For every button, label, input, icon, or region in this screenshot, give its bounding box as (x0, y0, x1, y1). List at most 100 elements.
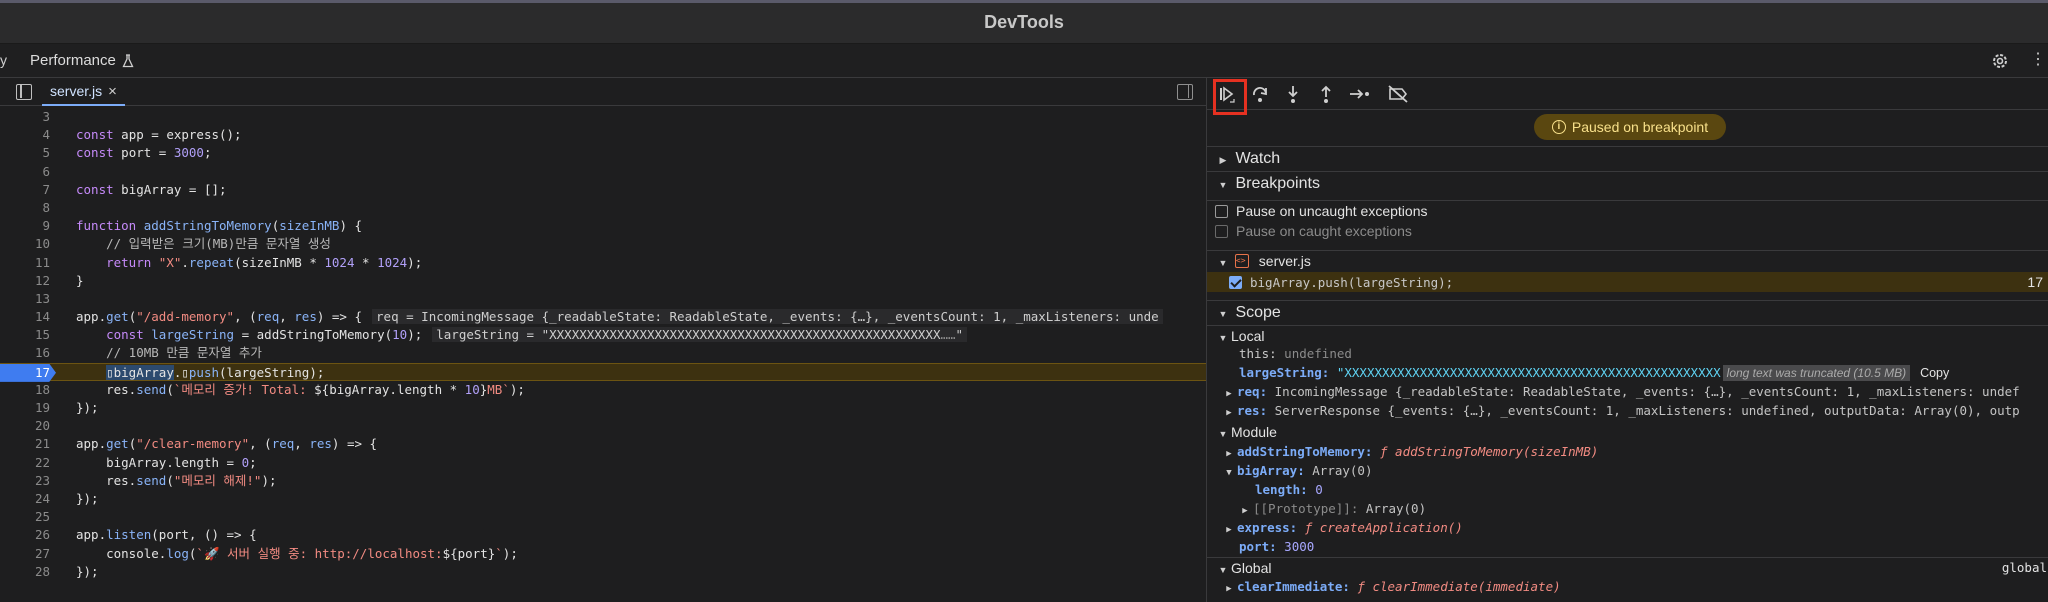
pause-caught-checkbox[interactable] (1215, 225, 1228, 238)
line-number[interactable]: 18 (0, 381, 50, 399)
code-line[interactable]: 7 const bigArray = []; (0, 181, 1206, 199)
scope-this-row[interactable]: this: undefined (1207, 344, 2048, 364)
copy-button[interactable]: Copy (1920, 366, 1949, 380)
more-options-icon[interactable]: ⋮ (2030, 50, 2046, 70)
scope-bigarray-row[interactable]: ▼ bigArray: Array(0) (1207, 461, 2048, 481)
line-number[interactable]: 15 (0, 326, 50, 344)
tab-partial[interactable]: y (0, 52, 7, 68)
flask-icon (122, 53, 134, 67)
scope-clearimmediate-row[interactable]: ▶ clearImmediate: ƒ clearImmediate(immedi… (1207, 577, 2048, 597)
code-line[interactable]: 21 app.get("/clear-memory", (req, res) =>… (0, 435, 1206, 453)
code-line[interactable]: 16 // 10MB 만큼 문자열 추가 (0, 344, 1206, 362)
line-number[interactable]: 8 (0, 199, 50, 217)
close-icon[interactable]: × (108, 83, 117, 100)
code-line[interactable]: 14 app.get("/add-memory", (req, res) => {… (0, 308, 1206, 326)
code-line[interactable]: 3 (0, 108, 1206, 126)
line-number[interactable]: 3 (0, 108, 50, 126)
step-out-button[interactable] (1313, 82, 1339, 106)
line-number[interactable]: 27 (0, 545, 50, 563)
code-line[interactable]: 10 // 입력받은 크기(MB)만큼 문자열 생성 (0, 235, 1206, 253)
scope-section-header[interactable]: ▼ Scope (1207, 300, 2048, 324)
line-number[interactable]: 5 (0, 144, 50, 162)
resume-button[interactable] (1213, 79, 1247, 115)
code-line[interactable]: 18 res.send(`메모리 증가! Total: ${bigArray.l… (0, 381, 1206, 399)
line-number[interactable]: 28 (0, 563, 50, 581)
scope-module-header[interactable]: ▼ Module (1207, 422, 2048, 442)
code-line[interactable]: 13 (0, 290, 1206, 308)
watch-section-header[interactable]: ▶ Watch (1207, 146, 2048, 170)
line-number[interactable]: 16 (0, 344, 50, 362)
step-into-button[interactable] (1280, 82, 1306, 106)
scope-largestring-row[interactable]: largeString: "XXXXXXXXXXXXXXXXXXXXXXXXXX… (1207, 363, 2048, 383)
code-line[interactable]: 8 (0, 199, 1206, 217)
code-line[interactable]: 24}); (0, 490, 1206, 508)
breakpoint-item[interactable]: bigArray.push(largeString); 17 (1207, 272, 2048, 292)
breakpoint-code: bigArray.push(largeString); (1250, 275, 1454, 290)
req-name: req: (1237, 384, 1268, 399)
line-number[interactable]: 10 (0, 235, 50, 253)
line-number[interactable]: 19 (0, 399, 50, 417)
code-line[interactable]: 4 const app = express(); (0, 126, 1206, 144)
navigator-toggle-icon[interactable] (16, 84, 32, 100)
pause-caught-row[interactable]: Pause on caught exceptions (1207, 221, 2048, 241)
line-number[interactable]: 24 (0, 490, 50, 508)
code-line[interactable]: 28}); (0, 563, 1206, 581)
step-over-button[interactable] (1247, 82, 1273, 106)
code-line[interactable]: 20 (0, 417, 1206, 435)
code-line[interactable]: 27 console.log(`🚀 서버 실행 중: http://localh… (0, 545, 1206, 563)
line-number[interactable]: 21 (0, 435, 50, 453)
line-number[interactable]: 20 (0, 417, 50, 435)
debugger-sidebar-toggle-icon[interactable] (1177, 84, 1193, 100)
gear-icon[interactable] (1990, 51, 2010, 71)
line-number[interactable]: 9 (0, 217, 50, 235)
scope-length-row[interactable]: length: 0 (1207, 480, 2048, 500)
step-button[interactable] (1346, 82, 1372, 106)
expanded-arrow-icon: ▼ (1218, 429, 1228, 439)
express-value: ƒ createApplication() (1304, 520, 1463, 535)
scope-global-header[interactable]: ▼ Global global (1207, 557, 2048, 577)
line-number[interactable]: 4 (0, 126, 50, 144)
code-line-breakpoint[interactable]: 17 ▯bigArray.▯push(largeString); (0, 362, 1206, 382)
pause-uncaught-row[interactable]: Pause on uncaught exceptions (1207, 200, 2048, 220)
breakpoint-enabled-checkbox[interactable] (1229, 276, 1242, 289)
line-number[interactable]: 17 (0, 363, 56, 382)
line-number[interactable]: 23 (0, 472, 50, 490)
scope-req-row[interactable]: ▶ req: IncomingMessage {_readableState: R… (1207, 382, 2048, 402)
scope-prototype-row[interactable]: ▶ [[Prototype]]: Array(0) (1207, 499, 2048, 519)
file-tab-server-js[interactable]: server.js × (42, 78, 125, 106)
code-line[interactable]: 19}); (0, 399, 1206, 417)
file-tab-label: server.js (50, 83, 103, 99)
deactivate-breakpoints-button[interactable] (1385, 82, 1411, 106)
breakpoints-section-header[interactable]: ▼ Breakpoints (1207, 171, 2048, 195)
code-line[interactable]: 9 function addStringToMemory(sizeInMB) { (0, 217, 1206, 235)
line-number[interactable]: 26 (0, 526, 50, 544)
line-number[interactable]: 6 (0, 163, 50, 181)
code-line[interactable]: 12} (0, 272, 1206, 290)
breakpoint-file-row[interactable]: ▼ server.js (1207, 250, 2048, 270)
scope-express-row[interactable]: ▶ express: ƒ createApplication() (1207, 518, 2048, 538)
code-lines[interactable]: 3 4 const app = express(); 5 const port = 30… (0, 108, 1206, 581)
line-number[interactable]: 7 (0, 181, 50, 199)
code-line[interactable]: 6 (0, 163, 1206, 181)
scope-local-header[interactable]: ▼ Local (1207, 325, 2048, 345)
expanded-arrow-icon: ▼ (1218, 333, 1228, 343)
code-line[interactable]: 23 res.send("메모리 해제!"); (0, 472, 1206, 490)
addstring-name: addStringToMemory: (1237, 444, 1373, 459)
pause-uncaught-checkbox[interactable] (1215, 205, 1228, 218)
code-line[interactable]: 22 bigArray.length = 0; (0, 454, 1206, 472)
tab-performance[interactable]: Performance (30, 52, 134, 69)
line-number[interactable]: 11 (0, 254, 50, 272)
code-line[interactable]: 5 const port = 3000; (0, 144, 1206, 162)
scope-res-row[interactable]: ▶ res: ServerResponse {_events: {…}, _eve… (1207, 401, 2048, 421)
code-line[interactable]: 15 const largeString = addStringToMemory… (0, 326, 1206, 344)
line-number[interactable]: 14 (0, 308, 50, 326)
scope-addstring-row[interactable]: ▶ addStringToMemory: ƒ addStringToMemory(… (1207, 442, 2048, 462)
code-line[interactable]: 26 app.listen(port, () => { (0, 526, 1206, 544)
line-number[interactable]: 13 (0, 290, 50, 308)
code-line[interactable]: 11 return "X".repeat(sizeInMB * 1024 * 1… (0, 254, 1206, 272)
line-number[interactable]: 25 (0, 508, 50, 526)
line-number[interactable]: 12 (0, 272, 50, 290)
scope-port-row[interactable]: port: 3000 (1207, 537, 2048, 557)
code-line[interactable]: 25 (0, 508, 1206, 526)
line-number[interactable]: 22 (0, 454, 50, 472)
